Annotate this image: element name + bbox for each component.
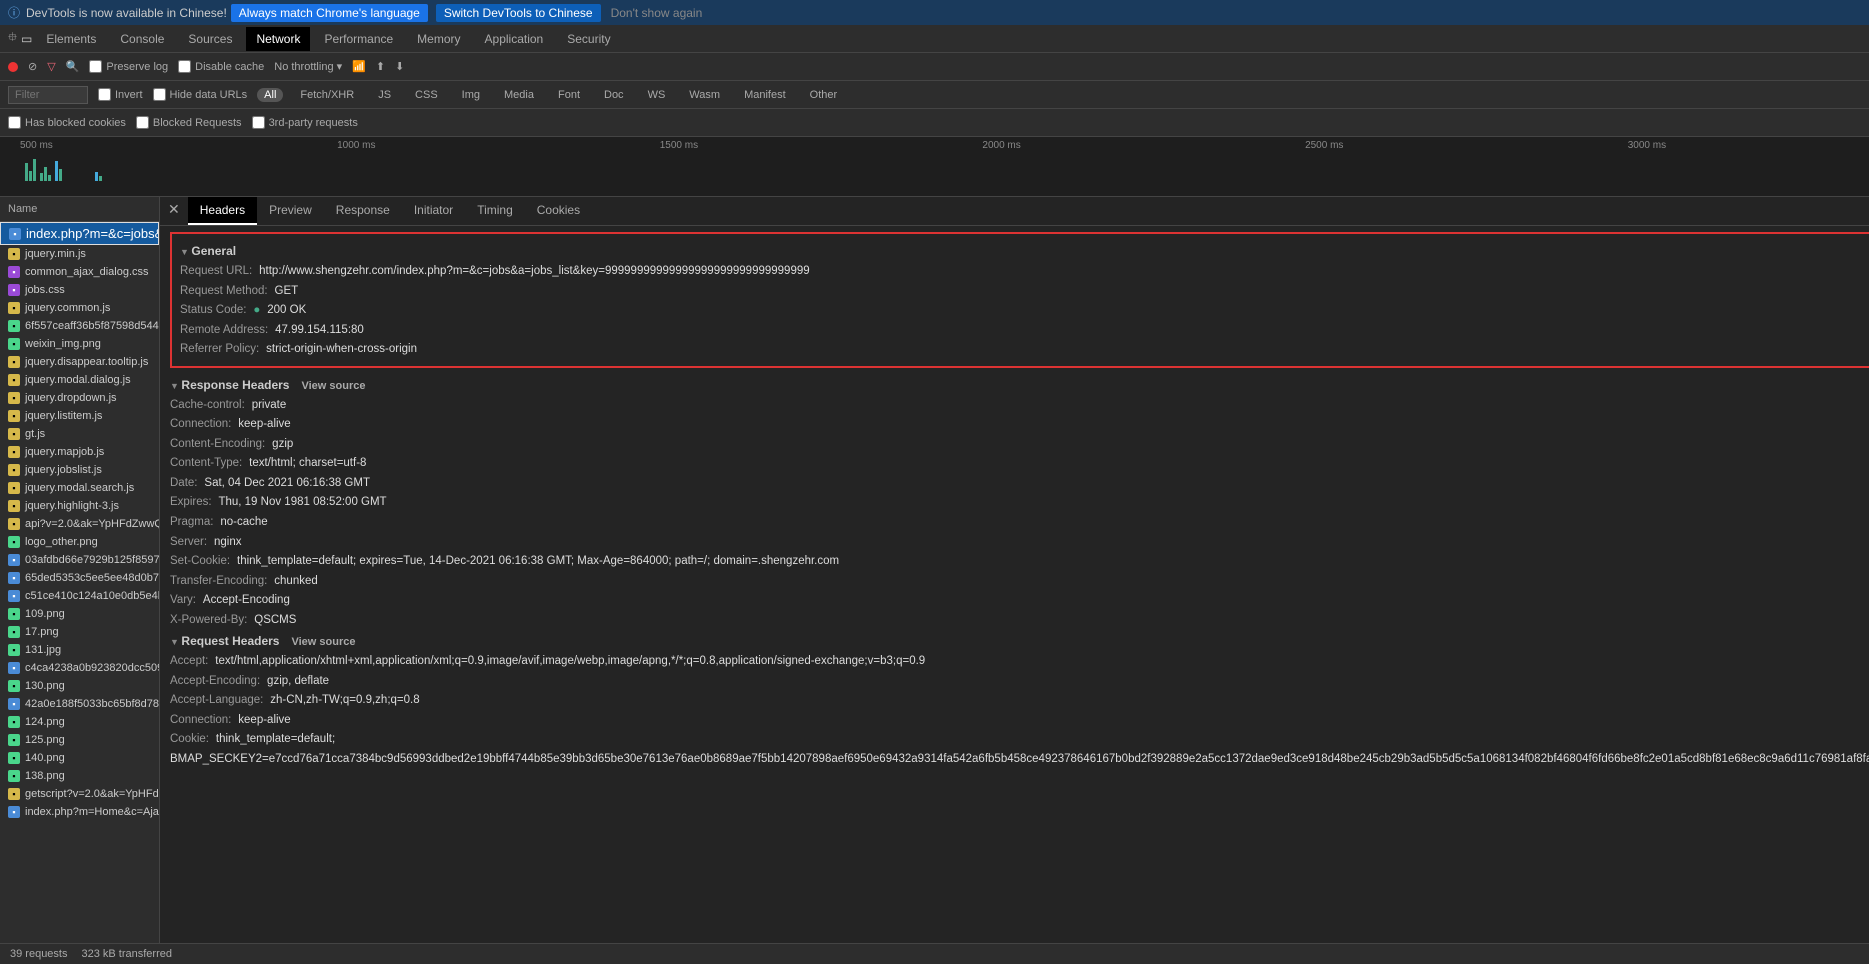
network-request-item[interactable]: ▪42a0e188f5033bc65bf8d7862... [0, 695, 159, 713]
detail-tab-initiator[interactable]: Initiator [402, 197, 465, 225]
tab-console[interactable]: Console [110, 27, 174, 51]
network-request-item[interactable]: ▪logo_other.png [0, 533, 159, 551]
filter-all[interactable]: All [257, 88, 283, 102]
network-request-item[interactable]: ▪jquery.common.js [0, 299, 159, 317]
tab-memory[interactable]: Memory [407, 27, 470, 51]
filter-input[interactable] [8, 86, 88, 104]
network-request-item[interactable]: ▪c51ce410c124a10e0db5e4b9... [0, 587, 159, 605]
network-status-bar: 39 requests323 kB transferred [0, 943, 1869, 964]
info-icon: ⓘ [8, 4, 20, 21]
dont-show-link[interactable]: Don't show again [611, 6, 703, 20]
clear-icon[interactable]: ⊘ [28, 60, 37, 73]
tab-security[interactable]: Security [557, 27, 620, 51]
network-request-item[interactable]: ▪jquery.modal.dialog.js [0, 371, 159, 389]
match-lang-button[interactable]: Always match Chrome's language [231, 4, 428, 22]
network-request-item[interactable]: ▪130.png [0, 677, 159, 695]
network-request-item[interactable]: ▪common_ajax_dialog.css [0, 263, 159, 281]
network-request-item[interactable]: ▪jquery.dropdown.js [0, 389, 159, 407]
network-request-item[interactable]: ▪138.png [0, 767, 159, 785]
detail-tab-response[interactable]: Response [324, 197, 402, 225]
network-request-item[interactable]: ▪jquery.min.js [0, 245, 159, 263]
network-request-item[interactable]: ▪jquery.disappear.tooltip.js [0, 353, 159, 371]
network-request-item[interactable]: ▪jquery.highlight-3.js [0, 497, 159, 515]
detail-tab-timing[interactable]: Timing [465, 197, 525, 225]
device-icon[interactable]: ▭ [21, 32, 32, 46]
network-request-item[interactable]: ▪index.php?m=Home&c=Ajax... [0, 803, 159, 821]
download-icon[interactable]: ⬇ [395, 60, 404, 73]
network-request-list[interactable]: Name ▪index.php?m=&c=jobs&a=jo...▪jquery… [0, 197, 160, 943]
network-request-item[interactable]: ▪index.php?m=&c=jobs&a=jo... [0, 222, 159, 245]
network-request-item[interactable]: ▪65ded5353c5ee5ee48d0b7d48c5... [0, 569, 159, 587]
request-headers-section[interactable]: Request HeadersView source [170, 630, 1869, 652]
network-request-item[interactable]: ▪jquery.jobslist.js [0, 461, 159, 479]
network-request-item[interactable]: ▪jquery.modal.search.js [0, 479, 159, 497]
tab-application[interactable]: Application [475, 27, 554, 51]
network-request-item[interactable]: ▪getscript?v=2.0&ak=YpHFdZ... [0, 785, 159, 803]
network-request-item[interactable]: ▪jobs.css [0, 281, 159, 299]
devtools-banner: ⓘ DevTools is now available in Chinese! … [0, 0, 1869, 25]
network-request-item[interactable]: ▪jquery.mapjob.js [0, 443, 159, 461]
disable-cache-checkbox[interactable]: Disable cache [178, 60, 264, 73]
network-request-item[interactable]: ▪jquery.listitem.js [0, 407, 159, 425]
network-request-item[interactable]: ▪124.png [0, 713, 159, 731]
throttle-select[interactable]: No throttling ▾ [274, 60, 342, 73]
network-request-item[interactable]: ▪131.jpg [0, 641, 159, 659]
search-icon[interactable]: 🔍 [66, 60, 80, 73]
network-request-item[interactable]: ▪c4ca4238a0b923820dcc509a6... [0, 659, 159, 677]
network-request-item[interactable]: ▪109.png [0, 605, 159, 623]
network-request-item[interactable]: ▪gt.js [0, 425, 159, 443]
detail-tab-cookies[interactable]: Cookies [525, 197, 592, 225]
record-icon[interactable] [8, 62, 18, 72]
network-request-item[interactable]: ▪03afdbd66e7929b125f859783... [0, 551, 159, 569]
tab-elements[interactable]: Elements [36, 27, 106, 51]
close-details-icon[interactable]: ✕ [160, 197, 188, 225]
switch-chinese-button[interactable]: Switch DevTools to Chinese [436, 4, 601, 22]
upload-icon[interactable]: ⬆ [376, 60, 385, 73]
response-headers-section[interactable]: Response HeadersView source [170, 374, 1869, 396]
inspect-icon[interactable]: ⯐ [8, 28, 17, 49]
wifi-icon[interactable]: 📶 [352, 60, 366, 73]
tab-network[interactable]: Network [246, 27, 310, 51]
network-request-item[interactable]: ▪weixin_img.png [0, 335, 159, 353]
network-request-item[interactable]: ▪6f557ceaff36b5f87598d5441e... [0, 317, 159, 335]
network-request-item[interactable]: ▪17.png [0, 623, 159, 641]
filter-icon[interactable]: ▽ [47, 60, 55, 73]
network-request-item[interactable]: ▪125.png [0, 731, 159, 749]
tab-performance[interactable]: Performance [314, 27, 403, 51]
general-section: General Request URL: http://www.shengzeh… [170, 232, 1869, 368]
preserve-log-checkbox[interactable]: Preserve log [89, 60, 168, 73]
network-timeline[interactable]: 500 ms1000 ms1500 ms 2000 ms2500 ms3000 … [0, 137, 1869, 197]
network-request-item[interactable]: ▪api?v=2.0&ak=YpHFdZwwQ6f... [0, 515, 159, 533]
tab-sources[interactable]: Sources [178, 27, 242, 51]
network-request-item[interactable]: ▪140.png [0, 749, 159, 767]
detail-tab-preview[interactable]: Preview [257, 197, 324, 225]
detail-tab-headers[interactable]: Headers [188, 197, 257, 225]
